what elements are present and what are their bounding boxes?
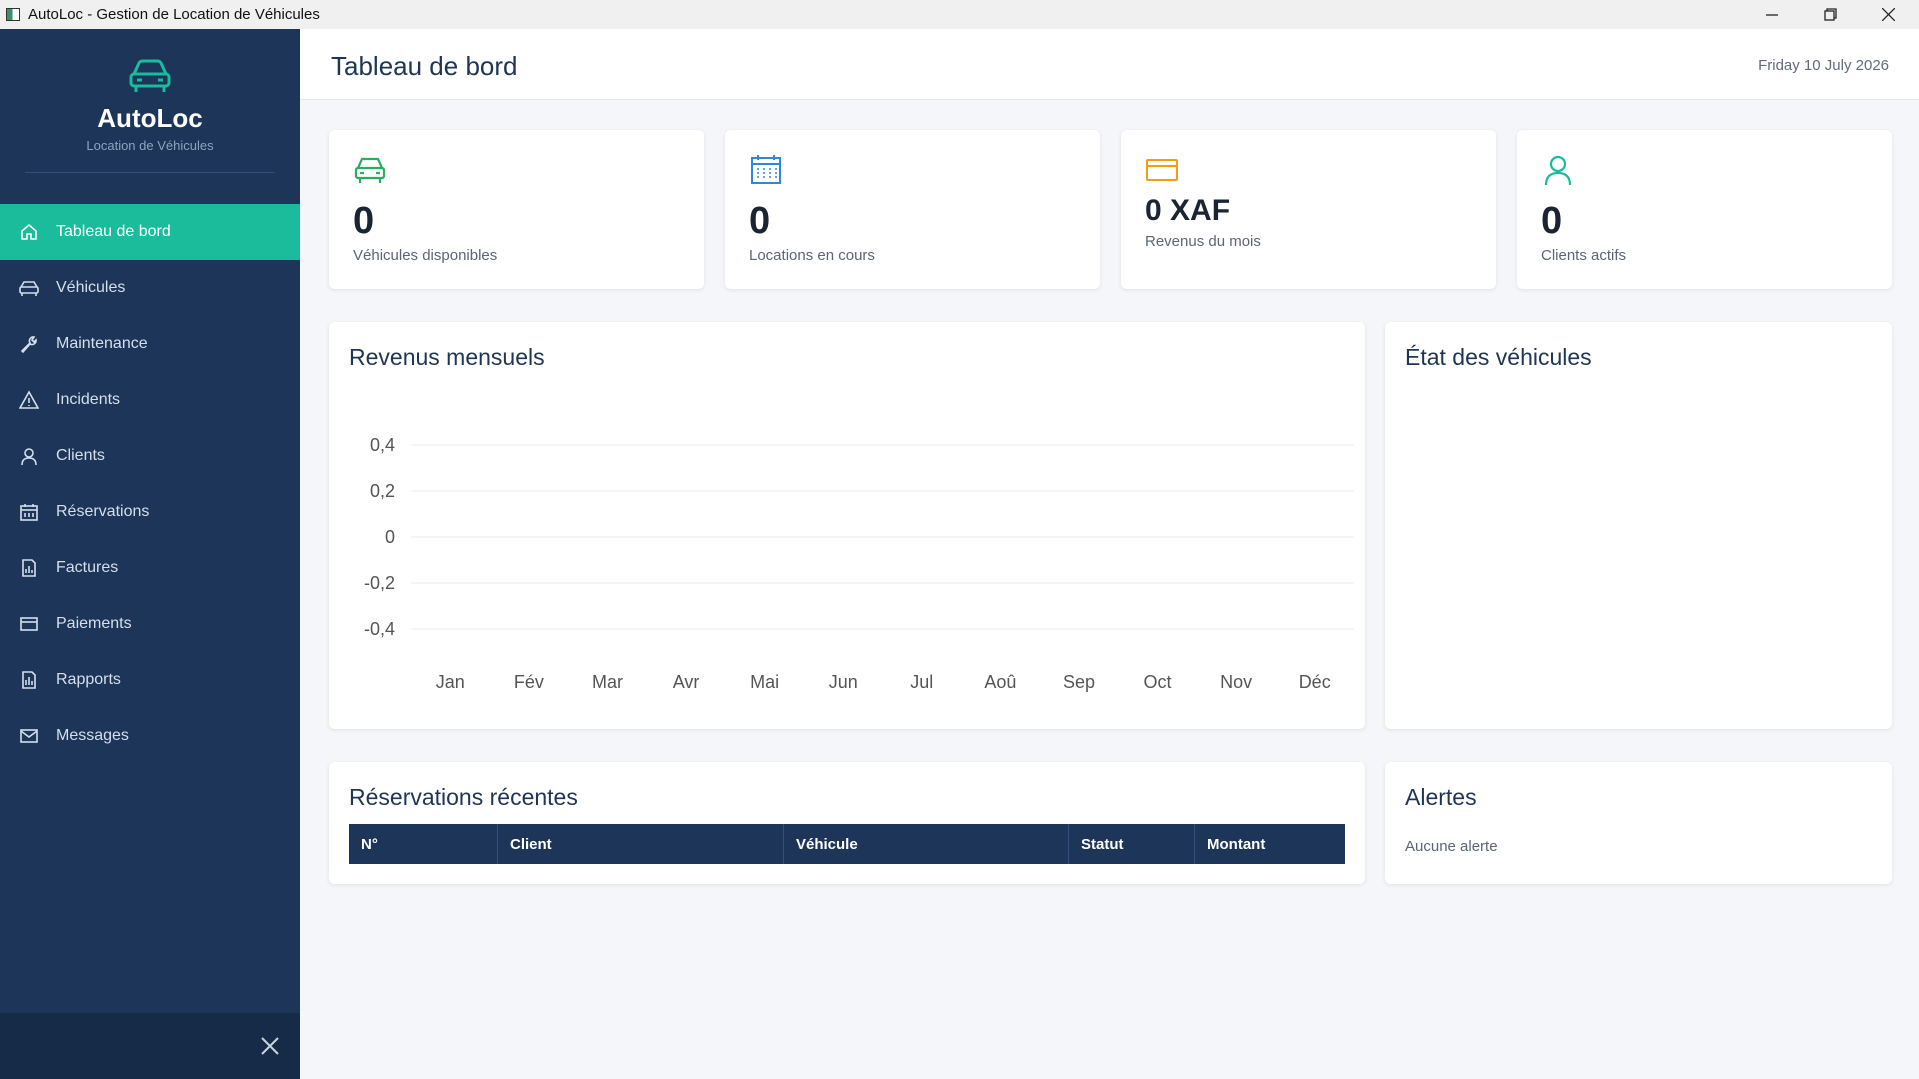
car-icon [354,157,386,183]
revenue-chart: 0,4 0,2 0 -0,2 -0,4 Jan Fév Mar Avr Mai Jun Jul Aoû S… [364,435,1354,692]
column-header-vehicule[interactable]: Véhicule [784,824,1069,864]
user-icon [18,445,40,467]
x-tick-label: Mar [592,672,623,692]
page-title: Tableau de bord [331,51,518,81]
sidebar-item-incidents[interactable]: Incidents [0,372,300,428]
x-tick-label: Jul [910,672,933,692]
column-header-statut[interactable]: Statut [1069,824,1195,864]
sidebar-item-label: Maintenance [56,335,148,352]
x-tick-label: Fév [514,672,544,692]
sidebar-item-label: Rapports [56,671,121,688]
card-icon [18,613,40,635]
stat-label: Clients actifs [1541,247,1627,264]
stat-card-revenus: 0 XAF Revenus du mois [1121,130,1496,289]
car-icon [18,277,40,299]
sidebar-item-reservations[interactable]: Réservations [0,484,300,540]
column-header-numero[interactable]: N° [349,824,498,864]
stat-value: 0 [353,200,375,242]
sidebar-footer [0,1013,300,1079]
sidebar-item-clients[interactable]: Clients [0,428,300,484]
recent-reservations-panel: Réservations récentes N° Client Véhicule… [329,762,1365,884]
x-tick-label: Avr [673,672,700,692]
stat-label: Revenus du mois [1145,233,1261,250]
stat-value: 0 [749,200,771,242]
current-date: Friday 10 July 2026 [1758,57,1889,74]
sidebar-item-label: Paiements [56,615,132,632]
x-tick-label: Nov [1220,672,1252,692]
invoice-icon [18,557,40,579]
alerts-empty-text: Aucune alerte [1405,838,1498,855]
brand-name: AutoLoc [97,103,203,133]
sidebar-item-label: Tableau de bord [56,223,171,240]
page-header: Tableau de bord Friday 10 July 2026 [300,29,1919,100]
column-header-client[interactable]: Client [498,824,784,864]
minimize-button[interactable] [1743,0,1801,29]
sidebar-item-label: Réservations [56,503,150,520]
sidebar-nav: Tableau de bord Véhicules Maintenance In… [0,204,300,764]
sidebar-item-paiements[interactable]: Paiements [0,596,300,652]
sidebar-item-factures[interactable]: Factures [0,540,300,596]
x-tick-label: Jun [829,672,858,692]
window-titlebar: AutoLoc - Gestion de Location de Véhicul… [0,0,1919,29]
y-tick-label: 0,4 [370,435,395,455]
x-tick-label: Déc [1299,672,1331,692]
alerts-panel: Alertes Aucune alerte [1385,762,1892,884]
mail-icon [18,725,40,747]
panel-title: Alertes [1405,784,1477,810]
car-logo-icon [129,59,171,92]
brand-subtitle: Location de Véhicules [86,138,214,153]
vehicle-status-panel: État des véhicules [1385,322,1892,729]
column-header-montant[interactable]: Montant [1195,824,1345,864]
stat-label: Locations en cours [749,247,875,264]
revenue-chart-panel: Revenus mensuels 0,4 0,2 0 -0,2 -0,4 Jan Fév Ma… [329,322,1365,729]
stat-card-locations: 0 Locations en cours [725,130,1100,289]
y-tick-label: -0,4 [364,619,395,639]
sidebar-item-label: Messages [56,727,129,744]
sidebar: AutoLoc Location de Véhicules Tableau de… [0,29,300,1079]
stat-card-vehicules: 0 Véhicules disponibles [329,130,704,289]
reservations-table-header: N° Client Véhicule Statut Montant [349,824,1345,864]
sidebar-item-label: Incidents [56,391,121,408]
y-tick-label: 0,2 [370,481,395,501]
warning-icon [18,389,40,411]
sidebar-item-label: Véhicules [56,279,126,296]
restore-button[interactable] [1801,0,1859,29]
user-icon [1544,155,1572,186]
card-icon [1146,159,1178,181]
stat-value: 0 [1541,200,1563,242]
calendar-icon [751,155,781,184]
panel-title: Réservations récentes [349,784,578,810]
close-window-button[interactable] [1859,0,1917,29]
calendar-icon [18,501,40,523]
sidebar-item-label: Clients [56,447,105,464]
stat-label: Véhicules disponibles [353,247,498,264]
x-tick-label: Sep [1063,672,1095,692]
x-tick-label: Jan [436,672,465,692]
stat-card-clients: 0 Clients actifs [1517,130,1892,289]
y-tick-label: 0 [385,527,395,547]
sidebar-item-rapports[interactable]: Rapports [0,652,300,708]
stat-value: 0 XAF [1145,194,1231,227]
sidebar-item-maintenance[interactable]: Maintenance [0,316,300,372]
report-icon [18,669,40,691]
x-tick-label: Aoû [984,672,1016,692]
wrench-icon [18,333,40,355]
sidebar-close-button[interactable] [256,1032,284,1060]
x-tick-label: Oct [1144,672,1172,692]
brand-divider [25,172,275,173]
sidebar-item-tableau-de-bord[interactable]: Tableau de bord [0,204,300,260]
close-icon [261,1037,279,1055]
sidebar-item-messages[interactable]: Messages [0,708,300,764]
window-title: AutoLoc - Gestion de Location de Véhicul… [28,6,320,23]
app-icon [6,8,20,21]
brand: AutoLoc Location de Véhicules [0,29,300,173]
home-icon [18,221,40,243]
panel-title: État des véhicules [1405,344,1592,370]
sidebar-item-label: Factures [56,559,119,576]
y-tick-label: -0,2 [364,573,395,593]
x-tick-label: Mai [750,672,779,692]
sidebar-item-vehicules[interactable]: Véhicules [0,260,300,316]
